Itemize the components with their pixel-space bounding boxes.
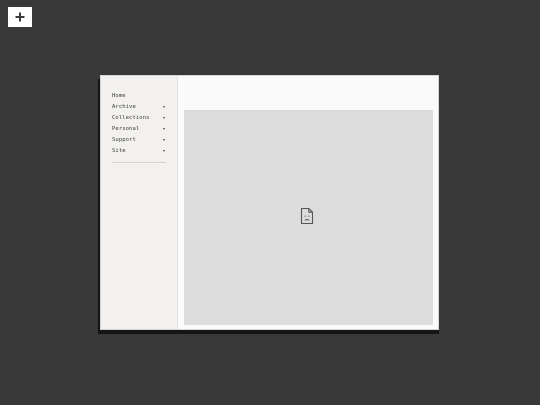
sidebar-item-collections[interactable]: Collections: [101, 113, 177, 124]
caret-down-icon: [163, 106, 165, 108]
sidebar-item-label: Personal: [112, 126, 140, 132]
add-button[interactable]: [8, 7, 32, 27]
sidebar-divider: [112, 162, 166, 163]
sidebar-item-label: Collections: [112, 115, 150, 121]
caret-down-icon: [163, 150, 165, 152]
sidebar-item-site[interactable]: Site: [101, 146, 177, 157]
sidebar-item-label: Site: [112, 148, 126, 154]
sidebar-item-label: Support: [112, 137, 136, 143]
desktop: Home Archive Collections Personal Suppor…: [0, 0, 540, 405]
sad-file-icon: [300, 207, 314, 225]
embedded-frame: [184, 110, 433, 325]
caret-down-icon: [163, 139, 165, 141]
main-content: [178, 76, 438, 329]
app-window: Home Archive Collections Personal Suppor…: [100, 75, 439, 330]
sidebar-item-personal[interactable]: Personal: [101, 124, 177, 135]
caret-down-icon: [163, 128, 165, 130]
caret-down-icon: [163, 117, 165, 119]
plus-icon: [15, 12, 25, 22]
sidebar: Home Archive Collections Personal Suppor…: [101, 76, 178, 329]
sidebar-item-home[interactable]: Home: [101, 91, 177, 102]
sidebar-item-archive[interactable]: Archive: [101, 102, 177, 113]
sidebar-nav: Home Archive Collections Personal Suppor…: [101, 91, 177, 157]
sidebar-item-label: Archive: [112, 104, 136, 110]
sidebar-item-label: Home: [112, 93, 126, 99]
sidebar-item-support[interactable]: Support: [101, 135, 177, 146]
